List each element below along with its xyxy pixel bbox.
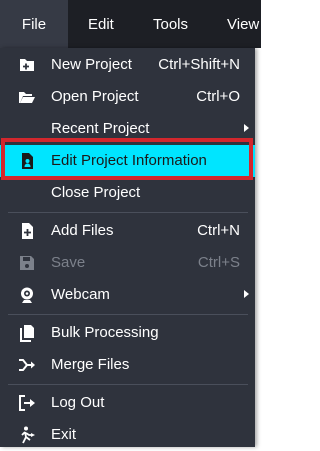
submenu-arrow-icon bbox=[244, 290, 249, 298]
menu-item-exit[interactable]: Exit bbox=[0, 419, 255, 451]
shortcut-label: Ctrl+S bbox=[197, 254, 240, 271]
menu-item-log-out[interactable]: Log Out bbox=[0, 387, 255, 419]
menu-view[interactable]: View bbox=[227, 0, 259, 48]
menu-item-label: Exit bbox=[51, 426, 77, 443]
file-menu-dropdown: New Project Ctrl+Shift+N Open Project Ct… bbox=[0, 48, 255, 447]
menu-tools[interactable]: Tools bbox=[153, 0, 188, 48]
menu-item-bulk-processing[interactable]: Bulk Processing bbox=[0, 317, 255, 349]
menu-item-add-files[interactable]: Add Files Ctrl+N bbox=[0, 215, 255, 247]
shortcut-label: Ctrl+Shift+N bbox=[158, 56, 240, 73]
menu-item-recent-project[interactable]: Recent Project bbox=[0, 113, 255, 145]
new-project-icon bbox=[18, 56, 36, 74]
menu-item-label: Save bbox=[51, 254, 86, 271]
menu-item-label: Webcam bbox=[51, 286, 110, 303]
menu-item-edit-project-information[interactable]: Edit Project Information bbox=[0, 145, 255, 177]
menu-item-label: Edit Project Information bbox=[51, 152, 207, 169]
log-out-icon bbox=[18, 394, 36, 412]
menu-item-label: New Project bbox=[51, 56, 132, 73]
menu-item-label: Recent Project bbox=[51, 120, 150, 137]
menu-item-label: Log Out bbox=[51, 394, 105, 411]
webcam-icon bbox=[18, 286, 36, 304]
menu-item-label: Bulk Processing bbox=[51, 324, 159, 341]
merge-icon bbox=[18, 356, 36, 374]
menu-item-open-project[interactable]: Open Project Ctrl+O bbox=[0, 81, 255, 113]
menu-item-label: Merge Files bbox=[51, 356, 130, 373]
submenu-arrow-icon bbox=[244, 124, 249, 132]
menu-separator bbox=[8, 384, 248, 385]
menu-bar: File Edit Tools View bbox=[0, 0, 261, 48]
menu-separator bbox=[8, 212, 248, 213]
folder-open-icon bbox=[18, 88, 36, 106]
menu-item-close-project[interactable]: Close Project bbox=[0, 177, 255, 209]
menu-separator bbox=[8, 314, 248, 315]
menu-item-merge-files[interactable]: Merge Files bbox=[0, 349, 255, 381]
menu-item-label: Close Project bbox=[51, 184, 141, 201]
menu-item-webcam[interactable]: Webcam bbox=[0, 279, 255, 311]
menu-item-label: Open Project bbox=[51, 88, 139, 105]
save-icon bbox=[18, 254, 36, 272]
document-user-icon bbox=[18, 152, 36, 170]
menu-file[interactable]: File bbox=[0, 0, 68, 48]
menu-item-new-project[interactable]: New Project Ctrl+Shift+N bbox=[0, 49, 255, 81]
exit-icon bbox=[18, 426, 36, 444]
menu-item-save: Save Ctrl+S bbox=[0, 247, 255, 279]
shortcut-label: Ctrl+O bbox=[196, 88, 240, 105]
shortcut-label: Ctrl+N bbox=[197, 222, 240, 239]
file-add-icon bbox=[18, 222, 36, 240]
bulk-processing-icon bbox=[18, 324, 36, 342]
menu-item-label: Add Files bbox=[51, 222, 114, 239]
menu-edit[interactable]: Edit bbox=[88, 0, 114, 48]
